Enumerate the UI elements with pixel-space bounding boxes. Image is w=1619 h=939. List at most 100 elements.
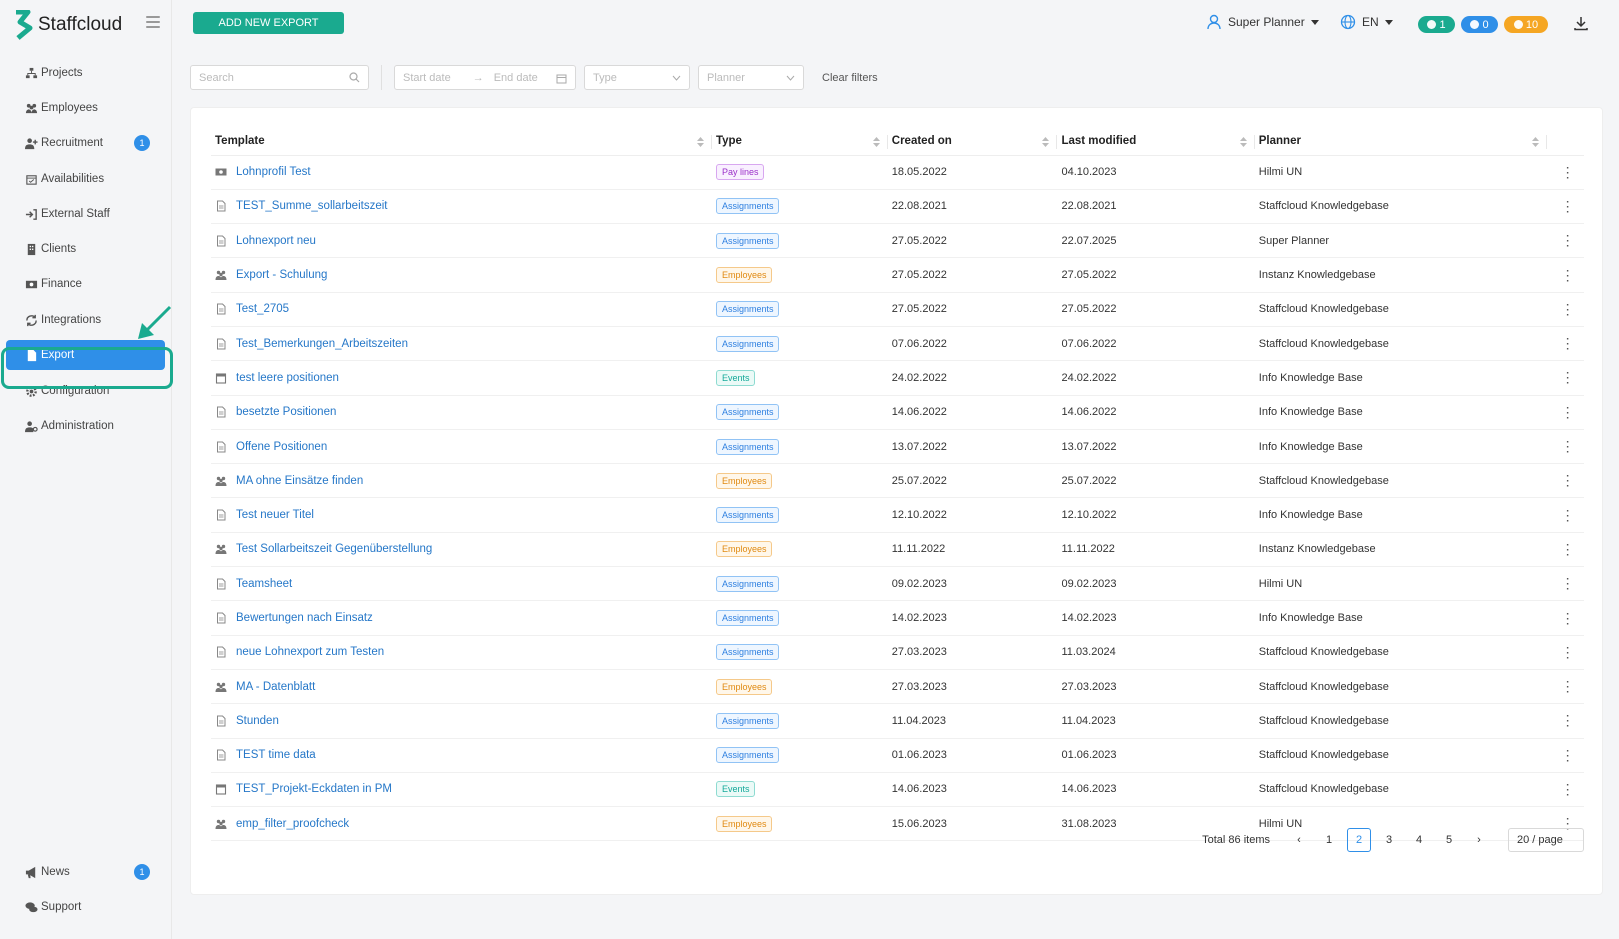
template-cell[interactable]: Stunden [211, 703, 712, 739]
page-3-button[interactable]: 3 [1377, 828, 1401, 852]
sidebar-item-support[interactable]: Support [6, 892, 165, 922]
template-cell[interactable]: neue Lohnexport zum Testen [211, 635, 712, 670]
template-link[interactable]: Lohnprofil Test [236, 166, 311, 178]
more-actions-icon[interactable]: ⋮ [1547, 360, 1584, 396]
template-cell[interactable]: MA ohne Einsätze finden [211, 463, 712, 499]
chat-counter-badge[interactable]: 1 [1418, 16, 1455, 33]
template-cell[interactable]: TEST_Summe_sollarbeitszeit [211, 189, 712, 225]
more-actions-icon[interactable]: ⋮ [1547, 326, 1584, 362]
more-actions-icon[interactable]: ⋮ [1547, 497, 1584, 533]
template-cell[interactable]: emp_filter_proofcheck [211, 806, 712, 842]
more-actions-icon[interactable]: ⋮ [1547, 772, 1584, 808]
sidebar-item-availabilities[interactable]: Availabilities [6, 164, 165, 194]
page-size-select[interactable]: 20 / page [1508, 828, 1584, 852]
page-4-button[interactable]: 4 [1407, 828, 1431, 852]
template-link[interactable]: neue Lohnexport zum Testen [236, 646, 384, 658]
more-actions-icon[interactable]: ⋮ [1547, 429, 1584, 465]
search-input[interactable]: Search [190, 65, 369, 90]
warning-counter-badge[interactable]: 10 [1504, 16, 1548, 33]
template-link[interactable]: TEST time data [236, 749, 316, 761]
end-date-input[interactable]: End date [494, 72, 538, 84]
template-link[interactable]: TEST_Projekt-Eckdaten in PM [236, 784, 392, 796]
sidebar-item-news[interactable]: News 1 [6, 857, 165, 887]
page-2-button[interactable]: 2 [1347, 828, 1371, 852]
table-row[interactable]: Lohnexport neu Assignments 27.05.2022 22.07… [211, 223, 1584, 259]
more-actions-icon[interactable]: ⋮ [1547, 635, 1584, 670]
more-actions-icon[interactable]: ⋮ [1547, 669, 1584, 705]
template-link[interactable]: MA - Datenblatt [236, 681, 315, 693]
template-cell[interactable]: Test neuer Titel [211, 497, 712, 533]
template-cell[interactable]: Bewertungen nach Einsatz [211, 600, 712, 636]
template-link[interactable]: test leere positionen [236, 372, 339, 384]
template-link[interactable]: Teamsheet [236, 578, 292, 590]
next-page-icon[interactable]: › [1467, 828, 1491, 852]
sidebar-item-projects[interactable]: Projects [6, 58, 165, 88]
start-date-input[interactable]: Start date [403, 72, 451, 84]
template-cell[interactable]: Lohnprofil Test [211, 155, 712, 190]
clear-filters-link[interactable]: Clear filters [822, 72, 878, 84]
template-cell[interactable]: Teamsheet [211, 566, 712, 602]
planner-select[interactable]: Planner [698, 65, 804, 90]
table-row[interactable]: TEST time data Assignments 01.06.2023 01.06… [211, 738, 1584, 773]
more-actions-icon[interactable]: ⋮ [1547, 532, 1584, 568]
download-icon[interactable] [1573, 15, 1589, 31]
column-header-type[interactable]: Type [711, 128, 888, 156]
table-row[interactable]: Bewertungen nach Einsatz Assignments 14.02… [211, 600, 1584, 636]
template-link[interactable]: MA ohne Einsätze finden [236, 475, 363, 487]
template-link[interactable]: Export - Schulung [236, 269, 327, 281]
more-actions-icon[interactable]: ⋮ [1547, 566, 1584, 602]
template-cell[interactable]: TEST time data [211, 738, 712, 773]
table-row[interactable]: MA ohne Einsätze finden Employees 25.07.20… [211, 463, 1584, 499]
sidebar-item-recruitment[interactable]: Recruitment 1 [6, 128, 165, 158]
table-row[interactable]: Stunden Assignments 11.04.2023 11.04.2023 St… [211, 703, 1584, 739]
more-actions-icon[interactable]: ⋮ [1547, 395, 1584, 430]
template-cell[interactable]: besetzte Positionen [211, 395, 712, 430]
template-cell[interactable]: Offene Positionen [211, 429, 712, 465]
template-cell[interactable]: Test_Bemerkungen_Arbeitszeiten [211, 326, 712, 362]
table-row[interactable]: Offene Positionen Assignments 13.07.2022 13… [211, 429, 1584, 465]
table-row[interactable]: neue Lohnexport zum Testen Assignments 27.… [211, 635, 1584, 670]
column-header-created-on[interactable]: Created on [887, 128, 1058, 156]
more-actions-icon[interactable]: ⋮ [1547, 257, 1584, 293]
table-row[interactable]: Teamsheet Assignments 09.02.2023 09.02.2023… [211, 566, 1584, 602]
template-cell[interactable]: Test Sollarbeitszeit Gegenüberstellung [211, 532, 712, 568]
date-range-picker[interactable]: Start date → End date [394, 65, 576, 90]
prev-page-icon[interactable]: ‹ [1287, 828, 1311, 852]
table-row[interactable]: Test_2705 Assignments 27.05.2022 27.05.2022… [211, 292, 1584, 327]
template-cell[interactable]: test leere positionen [211, 360, 712, 396]
user-menu[interactable]: Super Planner [1206, 14, 1319, 30]
sidebar-item-administration[interactable]: Administration [6, 411, 165, 441]
column-header-planner[interactable]: Planner [1254, 128, 1548, 156]
sidebar-item-external-staff[interactable]: External Staff [6, 199, 165, 229]
more-actions-icon[interactable]: ⋮ [1547, 223, 1584, 259]
more-actions-icon[interactable]: ⋮ [1547, 738, 1584, 773]
more-actions-icon[interactable]: ⋮ [1547, 155, 1584, 190]
template-link[interactable]: TEST_Summe_sollarbeitszeit [236, 200, 387, 212]
template-link[interactable]: Bewertungen nach Einsatz [236, 612, 373, 624]
sidebar-item-employees[interactable]: Employees [6, 93, 165, 123]
more-actions-icon[interactable]: ⋮ [1547, 703, 1584, 739]
template-link[interactable]: Test neuer Titel [236, 509, 314, 521]
sidebar-item-finance[interactable]: Finance [6, 269, 165, 299]
app-logo[interactable]: Staffcloud [12, 10, 122, 40]
table-row[interactable]: MA - Datenblatt Employees 27.03.2023 27.03.… [211, 669, 1584, 705]
template-cell[interactable]: TEST_Projekt-Eckdaten in PM [211, 772, 712, 808]
more-actions-icon[interactable]: ⋮ [1547, 292, 1584, 327]
table-row[interactable]: Test neuer Titel Assignments 12.10.2022 12.… [211, 497, 1584, 533]
template-link[interactable]: Test_Bemerkungen_Arbeitszeiten [236, 338, 408, 350]
template-link[interactable]: emp_filter_proofcheck [236, 818, 349, 830]
page-1-button[interactable]: 1 [1317, 828, 1341, 852]
page-5-button[interactable]: 5 [1437, 828, 1461, 852]
column-header-last-modified[interactable]: Last modified [1057, 128, 1255, 156]
table-row[interactable]: Export - Schulung Employees 27.05.2022 27.0… [211, 257, 1584, 293]
table-row[interactable]: Lohnprofil Test Pay lines 18.05.2022 04.10.… [211, 155, 1584, 190]
table-row[interactable]: besetzte Positionen Assignments 14.06.2022… [211, 395, 1584, 430]
column-header-template[interactable]: Template [211, 128, 712, 156]
table-row[interactable]: test leere positionen Events 24.02.2022 24.… [211, 360, 1584, 396]
template-cell[interactable]: MA - Datenblatt [211, 669, 712, 705]
table-row[interactable]: TEST_Projekt-Eckdaten in PM Events 14.06.2… [211, 772, 1584, 808]
table-row[interactable]: Test Sollarbeitszeit Gegenüberstellung Em… [211, 532, 1584, 568]
table-row[interactable]: Test_Bemerkungen_Arbeitszeiten Assignment… [211, 326, 1584, 362]
more-actions-icon[interactable]: ⋮ [1547, 189, 1584, 225]
add-new-export-button[interactable]: ADD NEW EXPORT [193, 12, 344, 34]
